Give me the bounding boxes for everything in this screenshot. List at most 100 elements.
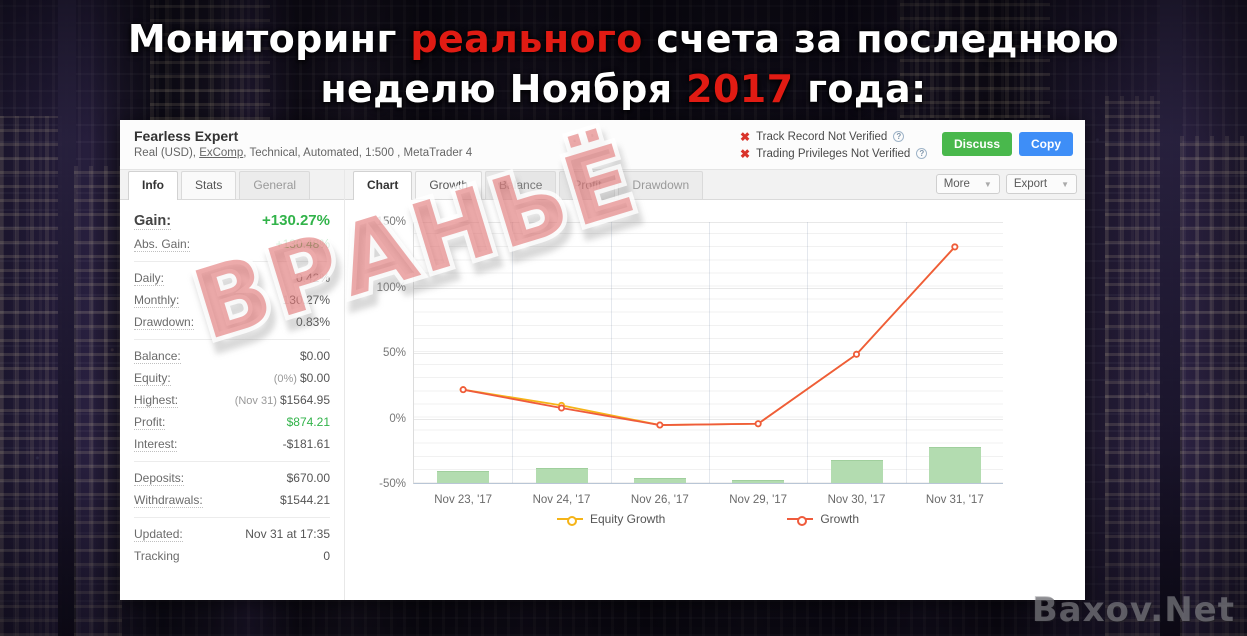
stats-label: Daily: — [134, 270, 165, 286]
building — [1105, 96, 1163, 636]
stats-value: +130.48% — [275, 236, 330, 251]
legend-label: Equity Growth — [589, 512, 666, 526]
stats-label: Balance: — [134, 348, 181, 364]
stats-value: (0%) $0.00 — [273, 370, 330, 385]
series-point[interactable] — [951, 243, 959, 251]
stats-label: Gain: — [134, 212, 172, 230]
y-axis-label: -50% — [379, 478, 406, 490]
x-axis-label: Nov 26, '17 — [630, 494, 689, 506]
stats-row: Drawdown: 0.83% — [134, 311, 330, 333]
stats-value-note: (0%) — [273, 372, 300, 385]
stats-value: 0 — [323, 548, 330, 563]
tab-general[interactable]: General — [239, 171, 311, 199]
stats-value: 0.83% — [295, 314, 330, 329]
stats-row: Gain: +130.27% — [134, 208, 330, 233]
stats-row: Tracking 0 — [134, 545, 330, 566]
y-axis-label: 0% — [389, 412, 406, 425]
tab-growth[interactable]: Growth — [415, 171, 483, 199]
more-label: More — [943, 178, 970, 190]
stats-row: Withdrawals: $1544.21 — [134, 489, 330, 511]
series-line — [463, 246, 956, 426]
stats-value: 130.27% — [282, 292, 330, 307]
series-point[interactable] — [754, 420, 762, 428]
stats-tabbar: Info Stats General — [120, 170, 344, 200]
legend-item[interactable]: Equity Growth — [556, 512, 666, 526]
help-icon[interactable]: ? — [893, 131, 905, 142]
stats-value: 0.42% — [295, 270, 330, 285]
series-point[interactable] — [852, 350, 860, 358]
stats-label: Interest: — [134, 436, 178, 452]
stats-row: Updated: Nov 31 at 17:35 — [134, 523, 330, 545]
discuss-button[interactable]: Discuss — [941, 132, 1012, 156]
tab-stats[interactable]: Stats — [181, 171, 237, 199]
stats-list: Gain: +130.27% Abs. Gain: +130.48% Daily: 0.4… — [120, 200, 344, 566]
export-dropdown[interactable]: Export ▼ — [1005, 174, 1077, 194]
account-actions: Discuss Copy — [941, 132, 1073, 156]
account-sub-suffix: , Technical, Automated, 1:500 , MetaTrad… — [243, 147, 473, 159]
stats-value: (Nov 31) $1564.95 — [234, 392, 330, 407]
stats-row: Profit: $874.21 — [134, 411, 330, 433]
tab-balance[interactable]: Balance — [485, 171, 557, 199]
headline-text-2b: года: — [793, 67, 927, 111]
building — [0, 116, 62, 636]
stats-value: Nov 31 at 17:35 — [245, 526, 330, 541]
chevron-down-icon: ▼ — [1061, 179, 1069, 189]
verification-label: Trading Privileges Not Verified — [756, 147, 911, 160]
stats-row: Highest: (Nov 31) $1564.95 — [134, 389, 330, 411]
tab-drawdown[interactable]: Drawdown — [618, 171, 704, 199]
verification-row: ✖ Trading Privileges Not Verified ? — [740, 145, 928, 162]
stats-divider — [134, 461, 330, 462]
account-header: Fearless Expert Real (USD), ExComp, Tech… — [120, 120, 1085, 170]
stats-value: -$181.61 — [282, 436, 330, 451]
verification-row: ✖ Track Record Not Verified ? — [740, 128, 927, 145]
stats-label: Abs. Gain: — [134, 236, 191, 252]
y-axis-label: 50% — [382, 347, 406, 359]
copy-button[interactable]: Copy — [1019, 132, 1073, 156]
stats-label: Drawdown: — [134, 314, 195, 330]
stats-divider — [134, 261, 330, 262]
site-watermark: Baxov.Net — [1031, 590, 1235, 630]
account-name: Fearless Expert — [134, 128, 239, 144]
legend-item[interactable]: Growth — [787, 512, 859, 526]
stats-row: Abs. Gain: +130.48% — [134, 233, 330, 255]
chart-plot: 150% 100% 50% 0% -50% Nov 23, '17 Nov 24, '17 N… — [377, 216, 1003, 506]
account-broker-link[interactable]: ExComp — [199, 147, 243, 159]
series-point[interactable] — [656, 421, 664, 429]
chart-toolbar: More ▼ Export ▼ — [935, 174, 1077, 194]
tab-info[interactable]: Info — [128, 171, 178, 200]
stats-value: $874.21 — [286, 414, 330, 429]
tab-profit[interactable]: Profit — [559, 171, 616, 199]
chart-column: Chart Growth Balance Profit Drawdown More ▼ Exp… — [345, 170, 1085, 600]
verification-label: Track Record Not Verified — [756, 130, 888, 143]
help-icon[interactable]: ? — [916, 148, 928, 159]
stats-value: +130.27% — [262, 211, 330, 229]
x-mark-icon: ✖ — [740, 129, 751, 144]
more-dropdown[interactable]: More ▼ — [935, 174, 1000, 194]
chart-area: 150% 100% 50% 0% -50% Nov 23, '17 Nov 24, '17 N… — [345, 200, 1085, 600]
tab-chart[interactable]: Chart — [353, 171, 413, 200]
stats-label: Withdrawals: — [134, 492, 203, 508]
stats-value-note: (Nov 31) — [234, 394, 280, 407]
stats-value: $670.00 — [286, 470, 330, 485]
x-axis-label: Nov 31, '17 — [925, 494, 984, 506]
stats-column: Info Stats General Gain: +130.27% Abs. Gain:… — [120, 170, 345, 600]
stats-value: $0.00 — [299, 348, 330, 363]
series-point[interactable] — [557, 404, 565, 412]
stats-label: Monthly: — [134, 292, 180, 308]
stats-row: Daily: 0.42% — [134, 267, 330, 289]
export-label: Export — [1013, 178, 1048, 190]
x-axis-label: Nov 30, '17 — [827, 494, 886, 506]
x-axis-label: Nov 24, '17 — [532, 494, 591, 506]
y-axis-label: 150% — [376, 216, 406, 228]
stats-row: Deposits: $670.00 — [134, 467, 330, 489]
headline-text-1-red: реального — [410, 17, 643, 61]
headline-text-2a: неделю Ноября — [320, 67, 687, 111]
x-axis-label: Nov 29, '17 — [729, 494, 788, 506]
account-subtitle: Real (USD), ExComp, Technical, Automated… — [134, 147, 472, 159]
series-point[interactable] — [459, 386, 467, 394]
x-axis-label: Nov 23, '17 — [434, 494, 493, 506]
stats-row: Interest: -$181.61 — [134, 433, 330, 455]
series-lines — [459, 243, 959, 429]
chart-tabbar: Chart Growth Balance Profit Drawdown More ▼ Exp… — [345, 170, 1085, 200]
stats-divider — [134, 517, 330, 518]
